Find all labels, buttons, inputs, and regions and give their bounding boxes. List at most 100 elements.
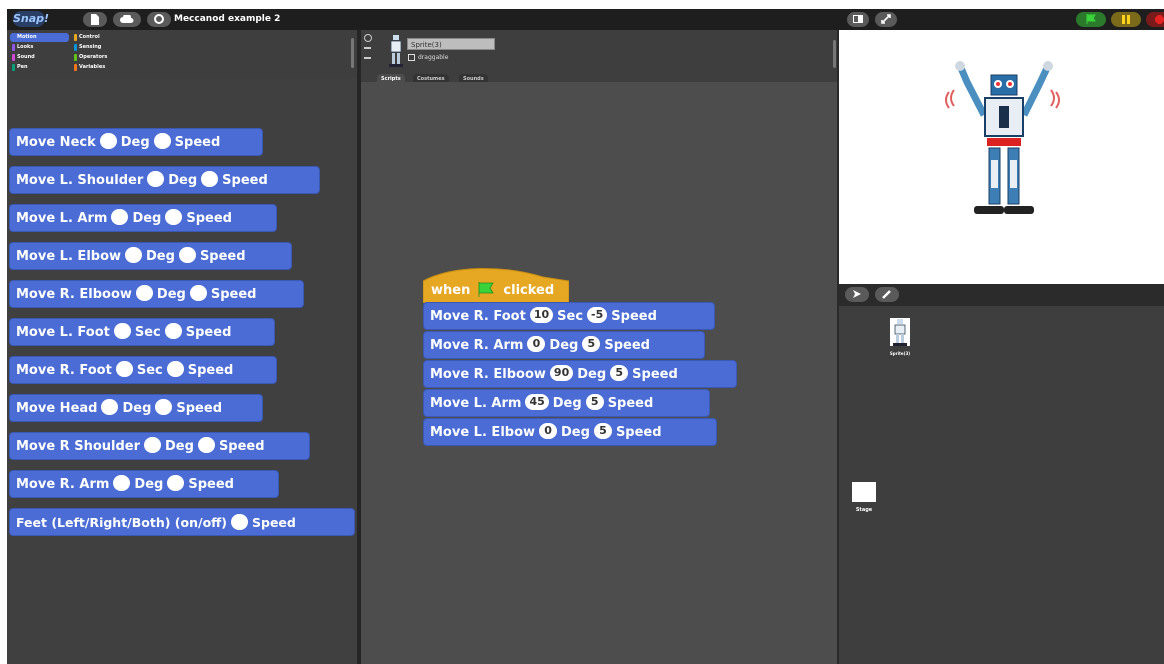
script-block-move-r-foot[interactable]: Move R. Foot 10 Sec -5 Speed: [423, 302, 715, 330]
block-text: Move R. Arm: [16, 477, 110, 492]
category-motion[interactable]: Motion: [10, 33, 69, 42]
block-text: Speed: [199, 249, 246, 264]
cloud-button[interactable]: [113, 12, 141, 27]
settings-button[interactable]: [147, 12, 171, 27]
input-slot[interactable]: [153, 133, 171, 149]
palette-block-move-r-foot[interactable]: Move R. Foot Sec Speed: [9, 356, 277, 384]
input-slot[interactable]: [189, 285, 207, 301]
value-input[interactable]: 0: [527, 336, 546, 352]
palette-block-feet[interactable]: Feet (Left/Right/Both) (on/off) Speed: [9, 508, 355, 536]
palette-block-move-l-elbow[interactable]: Move L. Elbow Deg Speed: [9, 242, 292, 270]
flip-icon[interactable]: [364, 47, 371, 49]
script-block-move-l-arm[interactable]: Move L. Arm 45 Deg 5 Speed: [423, 389, 710, 417]
input-slot[interactable]: [164, 323, 182, 339]
rotate-icon[interactable]: [364, 34, 372, 42]
input-slot[interactable]: [178, 247, 196, 263]
input-slot[interactable]: [147, 171, 165, 187]
palette-block-move-l-shoulder[interactable]: Move L. Shoulder Deg Speed: [9, 166, 320, 194]
input-slot[interactable]: [101, 399, 119, 415]
palette-block-move-r-elboow[interactable]: Move R. Elboow Deg Speed: [9, 280, 304, 308]
input-slot[interactable]: [125, 247, 143, 263]
turtle-arrow-icon: [853, 290, 861, 298]
input-slot[interactable]: [135, 285, 153, 301]
input-slot[interactable]: [201, 171, 219, 187]
sprite-corral: Sprite(3) Stage: [839, 306, 1164, 664]
block-text: Deg: [122, 401, 152, 416]
snap-logo[interactable]: Snap!: [13, 11, 49, 27]
block-text: Speed: [210, 287, 257, 302]
input-slot[interactable]: [99, 133, 117, 149]
palette-scrollbar[interactable]: [351, 38, 354, 68]
block-text: Deg: [549, 338, 579, 353]
category-looks[interactable]: Looks: [10, 43, 69, 52]
script-block-move-r-elboow[interactable]: Move R. Elboow 90 Deg 5 Speed: [423, 360, 737, 388]
scripts-area[interactable]: when clicked Move R. Foot 10 Sec -5 Speed Mo…: [361, 82, 837, 664]
stage-layout-button[interactable]: [847, 12, 869, 27]
draggable-label: draggable: [418, 54, 449, 61]
block-text: Move L. Arm: [430, 396, 522, 411]
category-variables[interactable]: Variables: [72, 63, 131, 72]
script-block-move-l-elbow[interactable]: Move L. Elbow 0 Deg 5 Speed: [423, 418, 717, 446]
value-input[interactable]: -5: [587, 307, 608, 323]
input-slot[interactable]: [167, 475, 185, 491]
corral-sprite-item[interactable]: Sprite(3): [883, 318, 917, 356]
palette-block-move-r-shoulder[interactable]: Move R Shoulder Deg Speed: [9, 432, 310, 460]
no-rotate-icon[interactable]: [364, 57, 371, 59]
input-slot[interactable]: [113, 323, 131, 339]
category-sensing[interactable]: Sensing: [72, 43, 131, 52]
when-flag-clicked-hat[interactable]: when clicked: [423, 267, 569, 303]
value-input[interactable]: 45: [525, 394, 549, 410]
input-slot[interactable]: [111, 209, 129, 225]
input-slot[interactable]: [165, 209, 183, 225]
stop-icon: [1154, 15, 1164, 24]
pause-button[interactable]: [1111, 12, 1141, 27]
input-slot[interactable]: [115, 361, 133, 377]
value-input[interactable]: 5: [585, 394, 604, 410]
block-text: Deg: [552, 396, 582, 411]
file-button[interactable]: [83, 12, 107, 27]
sprite-bar-scrollbar[interactable]: [833, 40, 836, 68]
block-text: Speed: [604, 338, 650, 353]
value-input[interactable]: 5: [582, 336, 601, 352]
category-sound[interactable]: Sound: [10, 53, 69, 62]
category-operators[interactable]: Operators: [72, 53, 131, 62]
value-input[interactable]: 10: [529, 307, 554, 323]
palette-block-move-l-arm[interactable]: Move L. Arm Deg Speed: [9, 204, 277, 232]
category-pen[interactable]: Pen: [10, 63, 69, 72]
category-label: Motion: [17, 34, 37, 40]
category-control[interactable]: Control: [72, 33, 131, 42]
script-block-move-r-arm[interactable]: Move R. Arm 0 Deg 5 Speed: [423, 331, 705, 359]
stop-button[interactable]: [1146, 12, 1164, 27]
fullscreen-button[interactable]: [875, 12, 897, 27]
palette-block-move-head[interactable]: Move Head Deg Speed: [9, 394, 263, 422]
block-text: Speed: [615, 425, 662, 440]
rotation-style-buttons[interactable]: [364, 34, 372, 68]
value-input[interactable]: 90: [549, 365, 574, 381]
category-color-swatch: [12, 44, 15, 51]
input-slot[interactable]: [166, 361, 184, 377]
value-input[interactable]: 0: [539, 423, 558, 439]
input-slot[interactable]: [155, 399, 173, 415]
palette-block-move-r-arm[interactable]: Move R. Arm Deg Speed: [9, 470, 279, 498]
stage-icon-item[interactable]: Stage: [849, 482, 879, 513]
value-input[interactable]: 5: [610, 365, 629, 381]
sprite-name-field[interactable]: Sprite(3): [407, 38, 495, 50]
new-turtle-sprite-button[interactable]: [845, 287, 869, 302]
input-slot[interactable]: [197, 437, 215, 453]
palette-block-move-l-foot[interactable]: Move L. Foot Sec Speed: [9, 318, 275, 346]
palette-block-move-neck[interactable]: Move Neck Deg Speed: [9, 128, 263, 156]
stage[interactable]: [839, 30, 1164, 284]
value-input[interactable]: 5: [593, 423, 612, 439]
block-text: Deg: [146, 249, 175, 264]
category-color-swatch: [12, 54, 15, 61]
green-flag-button[interactable]: [1076, 12, 1106, 27]
input-slot[interactable]: [231, 514, 248, 530]
script-stack[interactable]: when clicked Move R. Foot 10 Sec -5 Speed Mo…: [423, 267, 737, 446]
robot-icon: [389, 35, 403, 67]
category-label: Variables: [79, 64, 106, 70]
category-color-swatch: [74, 54, 77, 61]
input-slot[interactable]: [144, 437, 162, 453]
paint-new-sprite-button[interactable]: [875, 287, 899, 302]
draggable-checkbox[interactable]: draggable: [408, 54, 448, 62]
input-slot[interactable]: [113, 475, 131, 491]
